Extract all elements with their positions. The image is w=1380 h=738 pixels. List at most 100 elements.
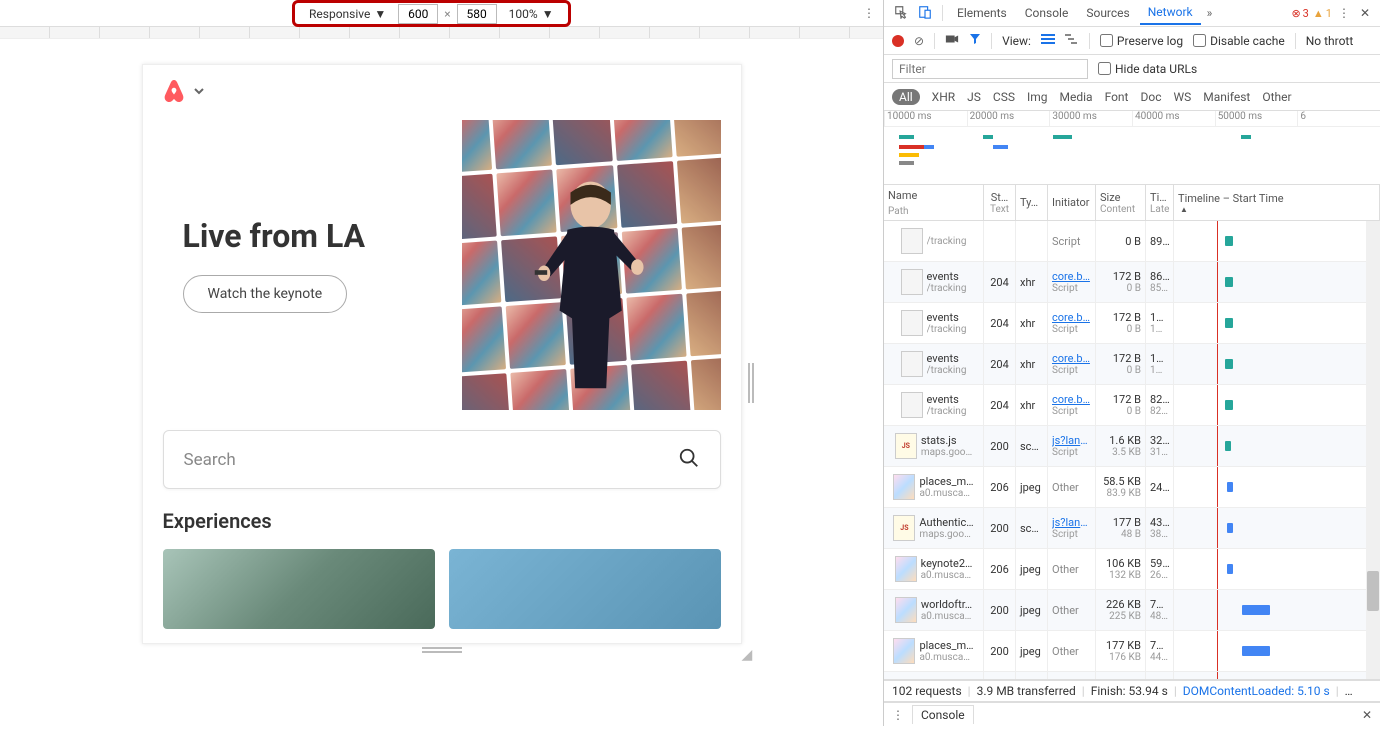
table-row[interactable]: Authentic…maps.goo…200sc…js?lang…Script1… xyxy=(884,508,1380,549)
hero-left: Live from LA Watch the keynote xyxy=(163,120,462,410)
table-row[interactable]: places_m…a0.musca…200jpegOther177 KB176 … xyxy=(884,631,1380,672)
device-toolbar: Responsive ▼ × 100% ▼ ⋮ xyxy=(0,0,883,27)
table-row[interactable]: events/tracking204xhrcore.b…Script172 B0… xyxy=(884,385,1380,426)
resize-handle-bottom[interactable] xyxy=(422,647,462,653)
close-icon[interactable]: ✕ xyxy=(1356,6,1374,20)
filter-icon[interactable] xyxy=(969,33,981,48)
filter-types: All XHR JS CSS Img Media Font Doc WS Manifest Othe… xyxy=(884,83,1380,111)
filter-type-media[interactable]: Media xyxy=(1060,90,1093,104)
record-icon[interactable] xyxy=(892,35,904,47)
filter-type-ws[interactable]: WS xyxy=(1173,90,1191,104)
device-mode-icon[interactable] xyxy=(914,1,936,26)
width-input[interactable] xyxy=(398,4,438,24)
chevron-down-icon[interactable] xyxy=(193,85,205,100)
filter-type-doc[interactable]: Doc xyxy=(1140,90,1161,104)
table-row[interactable]: stats.jsmaps.goo…200sc…js?lang…Script1.6… xyxy=(884,426,1380,467)
viewport-area: Live from LA Watch the keynote xyxy=(0,39,883,726)
search-placeholder: Search xyxy=(184,450,236,470)
table-row[interactable]: events/tracking204xhrcore.b…Script172 B0… xyxy=(884,344,1380,385)
close-icon[interactable]: ✕ xyxy=(1362,708,1372,722)
resize-handle-right[interactable] xyxy=(748,363,754,403)
camera-icon[interactable] xyxy=(945,33,959,48)
filter-type-js[interactable]: JS xyxy=(967,90,981,104)
more-icon[interactable]: ⋮ xyxy=(863,6,875,20)
page-header xyxy=(143,65,741,120)
waterfall-header[interactable]: Timeline – Start Time▲ xyxy=(1174,185,1380,220)
hero-image xyxy=(462,120,721,410)
domcontentloaded-time: DOMContentLoaded: 5.10 s xyxy=(1183,684,1330,698)
resize-handle-corner[interactable]: ◢ xyxy=(742,647,896,738)
search-icon xyxy=(678,447,700,472)
hero-section: Live from LA Watch the keynote xyxy=(143,120,741,410)
experience-card[interactable] xyxy=(449,549,721,629)
table-row[interactable]: places_m…a0.musca…206jpegOther58.5 KB83.… xyxy=(884,467,1380,508)
filter-input[interactable] xyxy=(892,59,1088,79)
table-row[interactable]: events/tracking204xhrcore.b…Script172 B0… xyxy=(884,303,1380,344)
network-table: NamePath St…Text Ty… Initiator SizeConte… xyxy=(884,185,1380,680)
caret-down-icon: ▼ xyxy=(542,7,554,21)
scrollbar[interactable] xyxy=(1366,221,1380,679)
clear-icon[interactable]: ⊘ xyxy=(914,34,924,48)
hide-data-urls-checkbox[interactable]: Hide data URLs xyxy=(1098,62,1197,76)
throttling-label[interactable]: No thrott xyxy=(1306,34,1354,48)
responsive-label: Responsive xyxy=(309,7,370,21)
responsive-dropdown[interactable]: Responsive ▼ xyxy=(303,5,392,23)
experience-card[interactable] xyxy=(163,549,435,629)
filter-type-xhr[interactable]: XHR xyxy=(932,90,955,104)
dimensions-box: Responsive ▼ × 100% ▼ xyxy=(292,0,571,27)
tab-network[interactable]: Network xyxy=(1140,1,1201,25)
more-status: … xyxy=(1345,684,1353,698)
zoom-label: 100% xyxy=(509,7,538,21)
tab-elements[interactable]: Elements xyxy=(949,2,1015,24)
table-header: NamePath St…Text Ty… Initiator SizeConte… xyxy=(884,185,1380,221)
filter-row: Hide data URLs xyxy=(884,55,1380,83)
timeline-overview[interactable]: 10000 ms20000 ms30000 ms40000 ms50000 ms… xyxy=(884,111,1380,185)
console-drawer: ⋮ Console ✕ xyxy=(884,702,1380,726)
finish-time: Finish: 53.94 s xyxy=(1091,684,1168,698)
timeline-tick: 6 xyxy=(1297,111,1380,126)
ruler xyxy=(0,27,883,39)
table-row[interactable]: experienc…200jpegOther135 KB7… xyxy=(884,672,1380,679)
watch-keynote-button[interactable]: Watch the keynote xyxy=(183,275,348,313)
warning-badge[interactable]: ▲1 xyxy=(1313,7,1332,20)
table-row[interactable]: worldoftr…a0.musca…200jpegOther226 KB225… xyxy=(884,590,1380,631)
network-status-bar: 102 requests | 3.9 MB transferred | Fini… xyxy=(884,680,1380,702)
disable-cache-checkbox[interactable]: Disable cache xyxy=(1193,34,1285,48)
drawer-tab-console[interactable]: Console xyxy=(912,705,974,724)
scrollbar-thumb[interactable] xyxy=(1367,571,1379,611)
timeline-tick: 20000 ms xyxy=(967,111,1050,126)
view-large-icon[interactable] xyxy=(1041,33,1055,48)
filter-type-css[interactable]: CSS xyxy=(993,90,1015,104)
tab-sources[interactable]: Sources xyxy=(1078,2,1137,24)
table-row[interactable]: events/tracking204xhrcore.b…Script172 B0… xyxy=(884,262,1380,303)
zoom-dropdown[interactable]: 100% ▼ xyxy=(503,5,560,23)
times-icon: × xyxy=(444,7,450,21)
table-row[interactable]: /trackingScript0 B89… xyxy=(884,221,1380,262)
filter-type-manifest[interactable]: Manifest xyxy=(1203,90,1250,104)
view-waterfall-icon[interactable] xyxy=(1065,33,1079,48)
caret-down-icon: ▼ xyxy=(374,7,386,21)
error-badge[interactable]: ⊗3 xyxy=(1291,7,1308,20)
view-label: View: xyxy=(1002,34,1031,48)
table-row[interactable]: keynote2…a0.musca…206jpegOther106 KB132 … xyxy=(884,549,1380,590)
sort-asc-icon: ▲ xyxy=(1180,205,1375,214)
device-frame: Live from LA Watch the keynote xyxy=(142,64,742,644)
devtools-tabs: Elements Console Sources Network » ⊗3 ▲1… xyxy=(884,0,1380,27)
airbnb-logo-icon[interactable] xyxy=(163,79,185,106)
filter-type-other[interactable]: Other xyxy=(1262,90,1291,104)
search-input[interactable]: Search xyxy=(163,430,721,489)
filter-type-font[interactable]: Font xyxy=(1105,90,1129,104)
height-input[interactable] xyxy=(457,4,497,24)
timeline-tick: 40000 ms xyxy=(1132,111,1215,126)
search-section: Search xyxy=(143,410,741,509)
more-tabs-icon[interactable]: » xyxy=(1203,2,1217,24)
preserve-log-checkbox[interactable]: Preserve log xyxy=(1100,34,1183,48)
table-body[interactable]: /trackingScript0 B89…events/tracking204x… xyxy=(884,221,1380,679)
filter-type-img[interactable]: Img xyxy=(1027,90,1048,104)
inspect-icon[interactable] xyxy=(890,1,912,26)
hero-title: Live from LA xyxy=(183,217,442,255)
more-icon[interactable]: ⋮ xyxy=(1334,6,1354,20)
experiences-section: Experiences xyxy=(143,509,741,629)
filter-type-all[interactable]: All xyxy=(892,89,920,105)
tab-console[interactable]: Console xyxy=(1017,2,1077,24)
